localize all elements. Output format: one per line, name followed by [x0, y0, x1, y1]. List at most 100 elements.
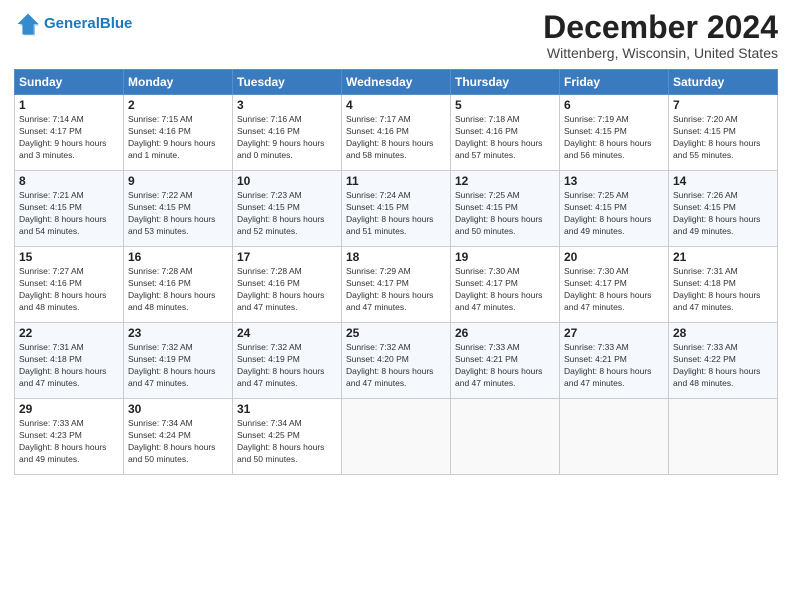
logo: GeneralBlue: [14, 10, 132, 38]
calendar-week-row: 8Sunrise: 7:21 AMSunset: 4:15 PMDaylight…: [15, 171, 778, 247]
day-number: 26: [455, 326, 555, 340]
calendar-cell: 24 Sunrise: 7:32 AMSunset: 4:19 PMDayligh…: [233, 323, 342, 399]
calendar-cell: 15 Sunrise: 7:27 AMSunset: 4:16 PMDayligh…: [15, 247, 124, 323]
day-number: 16: [128, 250, 228, 264]
day-number: 22: [19, 326, 119, 340]
calendar-cell: [560, 399, 669, 475]
weekday-header-friday: Friday: [560, 70, 669, 95]
calendar-week-row: 22Sunrise: 7:31 AMSunset: 4:18 PMDayligh…: [15, 323, 778, 399]
cell-details: Sunrise: 7:23 AMSunset: 4:15 PMDaylight:…: [237, 190, 337, 238]
cell-details: Sunrise: 7:32 AMSunset: 4:20 PMDaylight:…: [346, 342, 446, 390]
weekday-header-sunday: Sunday: [15, 70, 124, 95]
cell-details: Sunrise: 7:27 AMSunset: 4:16 PMDaylight:…: [19, 266, 119, 314]
calendar-cell: 10Sunrise: 7:23 AMSunset: 4:15 PMDayligh…: [233, 171, 342, 247]
calendar-week-row: 29 Sunrise: 7:33 AMSunset: 4:23 PMDayligh…: [15, 399, 778, 475]
calendar-cell: 12Sunrise: 7:25 AMSunset: 4:15 PMDayligh…: [451, 171, 560, 247]
calendar-cell: 7 Sunrise: 7:20 AMSunset: 4:15 PMDaylight…: [669, 95, 778, 171]
calendar-cell: [451, 399, 560, 475]
day-number: 21: [673, 250, 773, 264]
cell-details: Sunrise: 7:33 AMSunset: 4:21 PMDaylight:…: [564, 342, 664, 390]
weekday-header-thursday: Thursday: [451, 70, 560, 95]
weekday-header-saturday: Saturday: [669, 70, 778, 95]
calendar-cell: 6Sunrise: 7:19 AMSunset: 4:15 PMDaylight…: [560, 95, 669, 171]
calendar-cell: [342, 399, 451, 475]
day-number: 31: [237, 402, 337, 416]
day-number: 17: [237, 250, 337, 264]
calendar-cell: 19Sunrise: 7:30 AMSunset: 4:17 PMDayligh…: [451, 247, 560, 323]
cell-details: Sunrise: 7:24 AMSunset: 4:15 PMDaylight:…: [346, 190, 446, 238]
cell-details: Sunrise: 7:14 AMSunset: 4:17 PMDaylight:…: [19, 114, 119, 162]
calendar-cell: 25 Sunrise: 7:32 AMSunset: 4:20 PMDayligh…: [342, 323, 451, 399]
cell-details: Sunrise: 7:20 AMSunset: 4:15 PMDaylight:…: [673, 114, 773, 162]
day-number: 27: [564, 326, 664, 340]
cell-details: Sunrise: 7:19 AMSunset: 4:15 PMDaylight:…: [564, 114, 664, 162]
cell-details: Sunrise: 7:33 AMSunset: 4:21 PMDaylight:…: [455, 342, 555, 390]
day-number: 29: [19, 402, 119, 416]
cell-details: Sunrise: 7:31 AMSunset: 4:18 PMDaylight:…: [673, 266, 773, 314]
calendar-week-row: 1 Sunrise: 7:14 AMSunset: 4:17 PMDaylight…: [15, 95, 778, 171]
cell-details: Sunrise: 7:26 AMSunset: 4:15 PMDaylight:…: [673, 190, 773, 238]
calendar-cell: 17 Sunrise: 7:28 AMSunset: 4:16 PMDayligh…: [233, 247, 342, 323]
cell-details: Sunrise: 7:30 AMSunset: 4:17 PMDaylight:…: [564, 266, 664, 314]
day-number: 12: [455, 174, 555, 188]
day-number: 18: [346, 250, 446, 264]
calendar-cell: 18 Sunrise: 7:29 AMSunset: 4:17 PMDayligh…: [342, 247, 451, 323]
logo-icon: [14, 10, 42, 38]
calendar-cell: 8Sunrise: 7:21 AMSunset: 4:15 PMDaylight…: [15, 171, 124, 247]
day-number: 1: [19, 98, 119, 112]
cell-details: Sunrise: 7:33 AMSunset: 4:22 PMDaylight:…: [673, 342, 773, 390]
day-number: 25: [346, 326, 446, 340]
calendar-cell: 31 Sunrise: 7:34 AMSunset: 4:25 PMDayligh…: [233, 399, 342, 475]
day-number: 28: [673, 326, 773, 340]
cell-details: Sunrise: 7:16 AMSunset: 4:16 PMDaylight:…: [237, 114, 337, 162]
day-number: 14: [673, 174, 773, 188]
calendar-table: SundayMondayTuesdayWednesdayThursdayFrid…: [14, 69, 778, 475]
cell-details: Sunrise: 7:34 AMSunset: 4:24 PMDaylight:…: [128, 418, 228, 466]
day-number: 11: [346, 174, 446, 188]
day-number: 5: [455, 98, 555, 112]
calendar-cell: 16 Sunrise: 7:28 AMSunset: 4:16 PMDayligh…: [124, 247, 233, 323]
cell-details: Sunrise: 7:28 AMSunset: 4:16 PMDaylight:…: [237, 266, 337, 314]
day-number: 9: [128, 174, 228, 188]
page-header: GeneralBlue December 2024 Wittenberg, Wi…: [14, 10, 778, 61]
month-title: December 2024: [543, 10, 778, 45]
title-block: December 2024 Wittenberg, Wisconsin, Uni…: [543, 10, 778, 61]
cell-details: Sunrise: 7:32 AMSunset: 4:19 PMDaylight:…: [237, 342, 337, 390]
calendar-cell: 9Sunrise: 7:22 AMSunset: 4:15 PMDaylight…: [124, 171, 233, 247]
cell-details: Sunrise: 7:32 AMSunset: 4:19 PMDaylight:…: [128, 342, 228, 390]
cell-details: Sunrise: 7:15 AMSunset: 4:16 PMDaylight:…: [128, 114, 228, 162]
calendar-cell: 2 Sunrise: 7:15 AMSunset: 4:16 PMDaylight…: [124, 95, 233, 171]
calendar-cell: 28 Sunrise: 7:33 AMSunset: 4:22 PMDayligh…: [669, 323, 778, 399]
cell-details: Sunrise: 7:30 AMSunset: 4:17 PMDaylight:…: [455, 266, 555, 314]
calendar-cell: 1 Sunrise: 7:14 AMSunset: 4:17 PMDaylight…: [15, 95, 124, 171]
day-number: 3: [237, 98, 337, 112]
calendar-week-row: 15 Sunrise: 7:27 AMSunset: 4:16 PMDayligh…: [15, 247, 778, 323]
day-number: 7: [673, 98, 773, 112]
cell-details: Sunrise: 7:33 AMSunset: 4:23 PMDaylight:…: [19, 418, 119, 466]
day-number: 23: [128, 326, 228, 340]
day-number: 2: [128, 98, 228, 112]
logo-text: GeneralBlue: [44, 15, 132, 33]
cell-details: Sunrise: 7:18 AMSunset: 4:16 PMDaylight:…: [455, 114, 555, 162]
calendar-cell: 21 Sunrise: 7:31 AMSunset: 4:18 PMDayligh…: [669, 247, 778, 323]
day-number: 8: [19, 174, 119, 188]
cell-details: Sunrise: 7:17 AMSunset: 4:16 PMDaylight:…: [346, 114, 446, 162]
logo-line1: General: [44, 15, 100, 32]
calendar-cell: 26 Sunrise: 7:33 AMSunset: 4:21 PMDayligh…: [451, 323, 560, 399]
calendar-cell: 4 Sunrise: 7:17 AMSunset: 4:16 PMDaylight…: [342, 95, 451, 171]
day-number: 13: [564, 174, 664, 188]
day-number: 24: [237, 326, 337, 340]
day-number: 15: [19, 250, 119, 264]
weekday-header-wednesday: Wednesday: [342, 70, 451, 95]
location: Wittenberg, Wisconsin, United States: [543, 45, 778, 61]
cell-details: Sunrise: 7:25 AMSunset: 4:15 PMDaylight:…: [564, 190, 664, 238]
calendar-cell: 23 Sunrise: 7:32 AMSunset: 4:19 PMDayligh…: [124, 323, 233, 399]
calendar-cell: 29 Sunrise: 7:33 AMSunset: 4:23 PMDayligh…: [15, 399, 124, 475]
calendar-cell: 13 Sunrise: 7:25 AMSunset: 4:15 PMDayligh…: [560, 171, 669, 247]
calendar-cell: 11 Sunrise: 7:24 AMSunset: 4:15 PMDayligh…: [342, 171, 451, 247]
cell-details: Sunrise: 7:28 AMSunset: 4:16 PMDaylight:…: [128, 266, 228, 314]
cell-details: Sunrise: 7:34 AMSunset: 4:25 PMDaylight:…: [237, 418, 337, 466]
weekday-header-monday: Monday: [124, 70, 233, 95]
day-number: 4: [346, 98, 446, 112]
cell-details: Sunrise: 7:29 AMSunset: 4:17 PMDaylight:…: [346, 266, 446, 314]
